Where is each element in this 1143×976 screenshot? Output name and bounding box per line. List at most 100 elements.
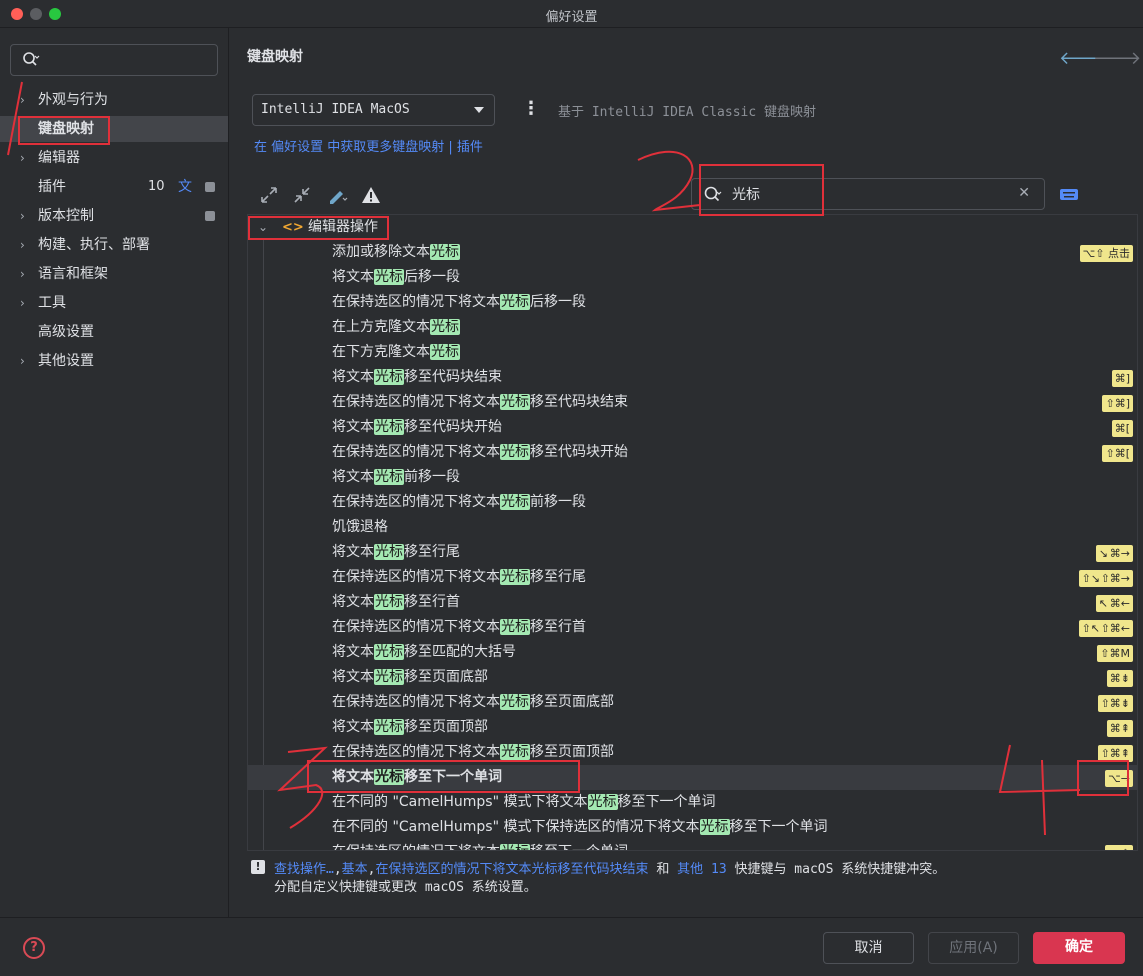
project-scope-icon [205,211,215,221]
sidebar-item-keymap[interactable]: 键盘映射 [0,116,228,142]
tree-row-action[interactable]: 在下方克隆文本光标 [248,340,1137,365]
keymap-select[interactable]: IntelliJ IDEA MacOS [252,94,495,126]
sidebar-item-languages[interactable]: › 语言和框架 [0,261,228,287]
action-label: 在下方克隆文本光标 [332,340,460,365]
action-label: 在保持选区的情况下将文本光标移至页面顶部 [332,740,614,765]
tree-row-action[interactable]: 将文本光标后移一段 [248,265,1137,290]
tree-row-action[interactable]: 将文本光标移至行首 ⌘← ↖ [248,590,1137,615]
edit-icon[interactable] [326,184,348,206]
chevron-right-icon: › [20,238,25,252]
tree-row-action[interactable]: 添加或移除文本光标 ⌥⇧ 点击 [248,240,1137,265]
cancel-button[interactable]: 取消 [823,932,914,964]
tree-row-action[interactable]: 在保持选区的情况下将文本光标后移一段 [248,290,1137,315]
tree-row-action[interactable]: 在保持选区的情况下将文本光标移至下一个单词 ⌥⇧ [248,840,1137,850]
tree-row-action[interactable]: 在保持选区的情况下将文本光标移至行尾 ⇧⌘→ ⇧↘ [248,565,1137,590]
action-label: 在保持选区的情况下将文本光标移至行尾 [332,565,586,590]
tree-row-action[interactable]: 在保持选区的情况下将文本光标移至代码块开始 ⇧⌘[ [248,440,1137,465]
tree-row-action[interactable]: 在保持选区的情况下将文本光标移至页面底部 ⇧⌘⇟ [248,690,1137,715]
warning-icon[interactable] [360,184,382,206]
action-label-text: 添加或移除文本 [332,244,430,260]
shortcut-badge: ⇧⌘⇟ [1097,695,1133,712]
separator: , [333,862,342,877]
tree-row-action[interactable]: 将文本光标移至页面顶部 ⌘⇞ [248,715,1137,740]
action-label-text: 将文本 [332,269,374,285]
chevron-right-icon: › [20,93,25,107]
tree-row-action[interactable]: 将文本光标移至匹配的大括号 ⇧⌘M [248,640,1137,665]
get-more-keymaps-link[interactable]: 在 偏好设置 中获取更多键盘映射 | 插件 [254,136,483,155]
action-label-text: 在保持选区的情况下将文本 [332,494,500,510]
tree-row-action[interactable]: 饥饿退格 [248,515,1137,540]
tree-row-action[interactable]: 在保持选区的情况下将文本光标移至行首 ⇧⌘← ⇧↖ [248,615,1137,640]
tree-row-action[interactable]: 将文本光标移至代码块开始 ⌘[ [248,415,1137,440]
close-icon[interactable]: ✕ [1018,185,1030,201]
warning-tail: 快捷键与 macOS 系统快捷键冲突。 [726,862,946,877]
tree-row-action[interactable]: 在上方克隆文本光标 [248,315,1137,340]
sidebar-item-tools[interactable]: › 工具 [0,290,228,316]
search-match-highlight: 光标 [500,494,530,510]
sidebar-item-label: 构建、执行、部署 [38,237,150,253]
action-label: 在不同的 "CamelHumps" 模式下保持选区的情况下将文本光标移至下一个单… [332,815,828,840]
action-label: 将文本光标移至页面底部 [332,665,488,690]
action-label: 将文本光标移至行首 [332,590,460,615]
sidebar-item-build[interactable]: › 构建、执行、部署 [0,232,228,258]
tree-row-action[interactable]: 在不同的 "CamelHumps" 模式下将文本光标移至下一个单词 [248,790,1137,815]
action-link[interactable]: 在保持选区的情况下将文本光标移至代码块结束 [376,862,649,877]
search-match-highlight: 光标 [374,469,404,485]
sidebar-item-editor[interactable]: › 编辑器 [0,145,228,171]
basic-link[interactable]: 基本 [342,862,368,877]
action-label-text: 在下方克隆文本 [332,344,430,360]
more-options-icon[interactable]: ⋮ [522,98,540,119]
action-label-text: 前移一段 [530,494,586,510]
sidebar-item-plugins[interactable]: 插件 10 文 [0,174,228,200]
search-match-highlight: 光标 [500,744,530,760]
action-label: 在保持选区的情况下将文本光标移至代码块开始 [332,440,628,465]
tree-row-action[interactable]: 将文本光标移至页面底部 ⌘⇟ [248,665,1137,690]
tree-row-action[interactable]: 将文本光标移至行尾 ⌘→ ↘ [248,540,1137,565]
action-label-text: 将文本 [332,594,374,610]
action-label-text: 前移一段 [404,469,460,485]
sidebar-item-advanced[interactable]: 高级设置 [0,319,228,345]
action-label-text: 移至行首 [404,594,460,610]
collapse-all-icon[interactable] [291,184,313,206]
restart-icon [205,182,215,192]
action-label: 在保持选区的情况下将文本光标移至代码块结束 [332,390,628,415]
help-button[interactable]: ? [23,937,45,959]
search-match-highlight: 光标 [500,694,530,710]
ok-button[interactable]: 确定 [1033,932,1125,964]
shortcut-search-input[interactable]: 光标 ✕ [691,178,1045,210]
search-match-highlight: 光标 [374,719,404,735]
tree-group-editor-actions[interactable]: ⌄ <> 编辑器操作 [248,215,1137,240]
other-link[interactable]: 其他 13 [677,862,726,877]
find-action-link[interactable]: 查找操作… [274,862,334,877]
shortcut-badge: ⇧⌘⇞ [1097,745,1133,762]
apply-button[interactable]: 应用(A) [928,932,1019,964]
action-label-text: 将文本 [332,544,374,560]
chevron-down-icon[interactable]: ⌄ [258,215,268,240]
shortcut-badge: ↖ [1095,595,1111,612]
action-label: 将文本光标移至页面顶部 [332,715,488,740]
search-icon [23,52,40,66]
tree-row-action[interactable]: 在保持选区的情况下将文本光标移至页面顶部 ⇧⌘⇞ [248,740,1137,765]
search-match-highlight: 光标 [374,669,404,685]
expand-all-icon[interactable] [258,184,280,206]
tree-row-action[interactable]: 将文本光标移至代码块结束 ⌘] [248,365,1137,390]
tree-row-action[interactable]: 在保持选区的情况下将文本光标移至代码块结束 ⇧⌘] [248,390,1137,415]
tree-row-action[interactable]: 将文本光标前移一段 [248,465,1137,490]
search-icon [704,186,722,202]
action-label: 在保持选区的情况下将文本光标移至行首 [332,615,586,640]
tree-row-action[interactable]: 在保持选区的情况下将文本光标前移一段 [248,490,1137,515]
action-label-text: 在上方克隆文本 [332,319,430,335]
sidebar-search-input[interactable] [10,44,218,76]
search-match-highlight: 光标 [374,369,404,385]
keyboard-icon[interactable] [1058,183,1080,205]
tree-row-action[interactable]: 将文本光标移至下一个单词 ⌥→ [248,765,1137,790]
action-label-text: 移至代码块开始 [530,444,628,460]
sidebar-item-vcs[interactable]: › 版本控制 [0,203,228,229]
sidebar-item-other[interactable]: › 其他设置 [0,348,228,374]
shortcut-badge: ⇧⌘] [1102,395,1133,412]
tree-row-action[interactable]: 在不同的 "CamelHumps" 模式下保持选区的情况下将文本光标移至下一个单… [248,815,1137,840]
settings-sidebar: › 外观与行为 键盘映射 › 编辑器 插件 10 文 › 版本控制 › 构建、执… [0,28,229,917]
action-label-text: 移至页面顶部 [404,719,488,735]
forward-arrow-icon[interactable]: 🡒 [1093,48,1141,69]
sidebar-item-appearance[interactable]: › 外观与行为 [0,87,228,113]
